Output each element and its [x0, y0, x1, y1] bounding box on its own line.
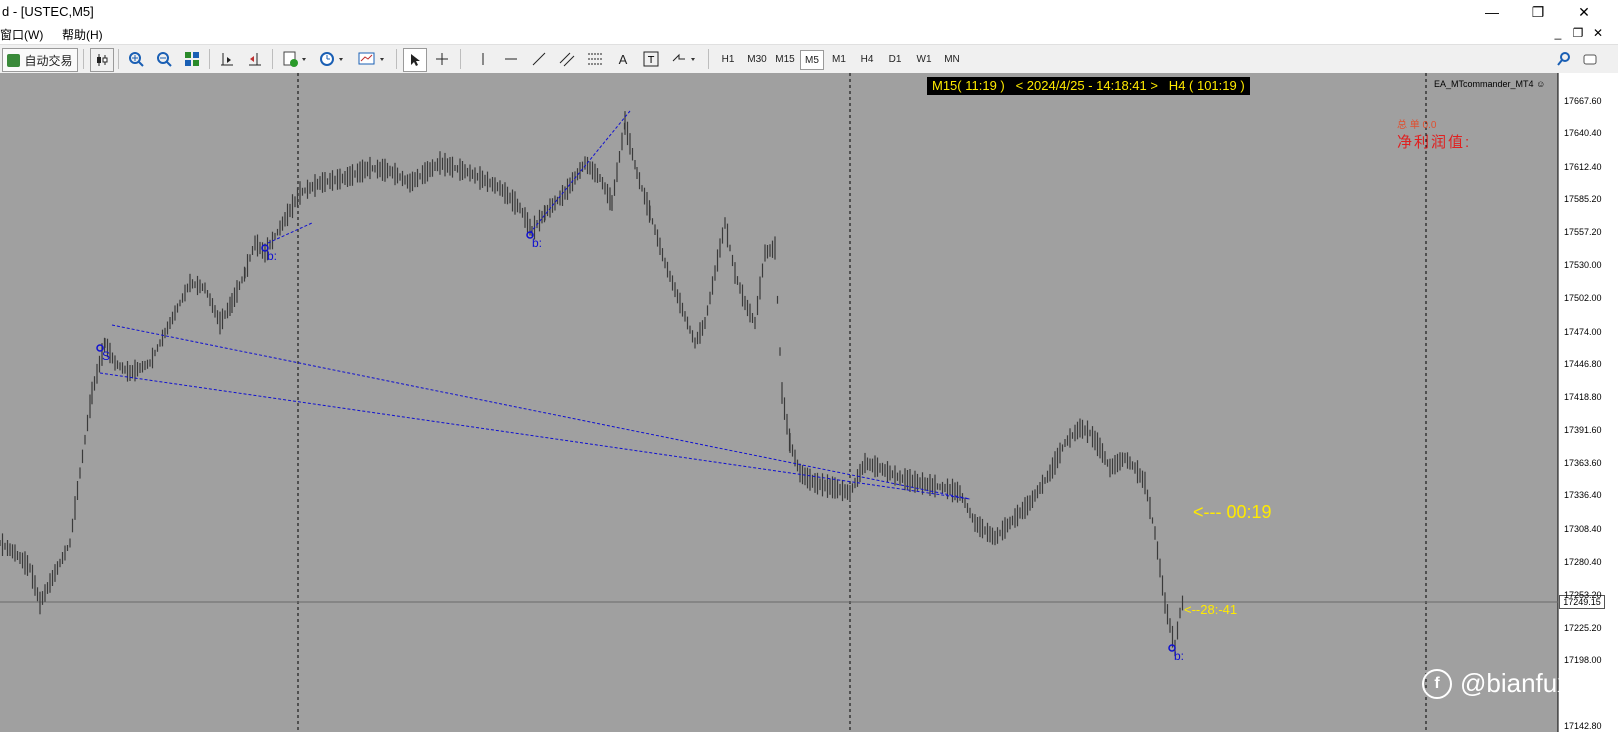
watermark-text: @bianfuxia — [1460, 668, 1591, 698]
timeframe-h4-button[interactable]: H4 — [856, 50, 878, 68]
vertical-line-icon[interactable] — [472, 48, 494, 70]
autoscroll-icon[interactable] — [244, 48, 266, 70]
bid-countdown: <--28:-41 — [1184, 602, 1238, 617]
templates-icon[interactable] — [355, 48, 391, 70]
restore-button[interactable]: ❐ — [1516, 0, 1560, 24]
horizontal-line-icon[interactable] — [500, 48, 522, 70]
minimize-button[interactable]: — — [1470, 0, 1514, 24]
price-axis-label: 17612.40 — [1564, 161, 1602, 172]
text-icon[interactable]: A — [612, 48, 634, 70]
price-axis-label: 17280.40 — [1564, 557, 1602, 568]
mdi-close-button[interactable]: ✕ — [1590, 26, 1606, 40]
separator — [118, 49, 119, 69]
net-profit-label: 净利润值: — [1397, 134, 1472, 151]
timeframe-m5-button[interactable]: M5 — [800, 50, 824, 70]
title-bar: d - [USTEC,M5] — ❐ ✕ — [0, 0, 1618, 25]
smiley-icon: ☺ — [1536, 79, 1546, 89]
chart-shift-icon[interactable] — [216, 48, 238, 70]
facebook-icon: f — [1422, 668, 1452, 699]
price-axis-background — [1558, 73, 1618, 732]
price-axis-label: 17253.20 — [1564, 589, 1602, 600]
timeframe-h1-button[interactable]: H1 — [716, 50, 740, 68]
fibonacci-icon[interactable] — [584, 48, 606, 70]
price-axis-label: 17391.60 — [1564, 424, 1602, 435]
trade-marker-label: b: — [1174, 649, 1184, 663]
menu-window[interactable]: 窗口(W) — [0, 26, 43, 43]
channel-icon[interactable] — [556, 48, 578, 70]
price-axis-label: 17530.00 — [1564, 259, 1602, 270]
svg-text:T: T — [647, 55, 655, 66]
price-axis-label: 17446.80 — [1564, 358, 1602, 369]
search-icon[interactable] — [1553, 48, 1575, 70]
separator — [396, 49, 397, 69]
bar-countdown: <--- 00:19 — [1193, 502, 1272, 522]
separator — [708, 49, 709, 69]
price-axis-label: 17418.80 — [1564, 392, 1602, 403]
price-axis-label: 17667.60 — [1564, 96, 1602, 106]
timeframe-m15-button[interactable]: M15 — [772, 50, 798, 68]
separator — [83, 49, 84, 69]
price-axis-label: 17198.00 — [1564, 655, 1602, 666]
zoom-in-icon[interactable] — [125, 48, 147, 70]
price-axis-label: 17308.40 — [1564, 523, 1602, 534]
clock-icon[interactable] — [316, 48, 350, 70]
trendline-icon[interactable] — [528, 48, 550, 70]
price-axis-label: 17474.00 — [1564, 326, 1602, 337]
window-title: d - [USTEC,M5] — [2, 4, 94, 19]
price-axis-label: 17640.40 — [1564, 128, 1602, 139]
price-chart[interactable]: b: b: Sb: — [0, 73, 1618, 732]
price-axis-label: 17585.20 — [1564, 194, 1602, 205]
price-axis-label: 17142.80 — [1564, 721, 1602, 731]
timeframe-w1-button[interactable]: W1 — [912, 50, 936, 68]
autotrade-icon — [7, 53, 21, 67]
mdi-minimize-button[interactable]: _ — [1550, 26, 1566, 40]
close-button[interactable]: ✕ — [1562, 0, 1606, 24]
arrows-icon[interactable] — [668, 48, 700, 70]
toolbar: 自动交易 A T H1M30M15M5M1H4D1W1MN 1 — [0, 44, 1618, 109]
separator — [272, 49, 273, 69]
menu-help[interactable]: 帮助(H) — [62, 26, 103, 43]
text-label-icon[interactable]: T — [640, 48, 662, 70]
chart-window[interactable]: b: b: Sb: — [0, 73, 1618, 732]
trade-marker-label: b: — [267, 249, 277, 263]
watermark: f @bianfuxia — [1422, 668, 1590, 699]
chart-background — [0, 73, 1558, 732]
chat-icon[interactable] — [1580, 48, 1602, 70]
price-axis-label: 17557.20 — [1564, 227, 1602, 238]
price-axis-label: 17225.20 — [1564, 622, 1602, 633]
mdi-restore-button[interactable]: ❐ — [1570, 26, 1586, 40]
separator — [460, 49, 461, 69]
new-order-icon[interactable] — [279, 48, 311, 70]
autotrade-label: 自动交易 — [24, 53, 73, 68]
tile-windows-icon[interactable] — [181, 48, 203, 70]
trade-marker-label: S — [102, 349, 110, 363]
timeframe-m1-button[interactable]: M1 — [828, 50, 850, 68]
separator — [209, 49, 210, 69]
timeframe-d1-button[interactable]: D1 — [884, 50, 906, 68]
time-info-bar: M15( 11:19 ) < 2024/4/25 - 14:18:41 > H4… — [927, 77, 1250, 95]
price-axis-label: 17502.00 — [1564, 293, 1602, 304]
price-axis-label: 17336.40 — [1564, 490, 1602, 501]
crosshair-icon[interactable] — [431, 48, 453, 70]
cursor-icon[interactable] — [403, 48, 427, 72]
candles-icon[interactable] — [90, 48, 114, 72]
price-axis-label: 17363.60 — [1564, 458, 1602, 469]
trade-marker-label: b: — [532, 236, 542, 250]
timeframe-mn-button[interactable]: MN — [940, 50, 964, 68]
order-summary: 总 单 0.0 — [1397, 120, 1437, 131]
menu-bar: 窗口(W) 帮助(H) _ ❐ ✕ — [0, 24, 1618, 44]
zoom-out-icon[interactable] — [153, 48, 175, 70]
timeframe-m30-button[interactable]: M30 — [744, 50, 770, 68]
autotrade-button[interactable]: 自动交易 — [2, 48, 78, 72]
ea-label: EA_MTcommander_MT4 ☺ — [1434, 79, 1546, 89]
